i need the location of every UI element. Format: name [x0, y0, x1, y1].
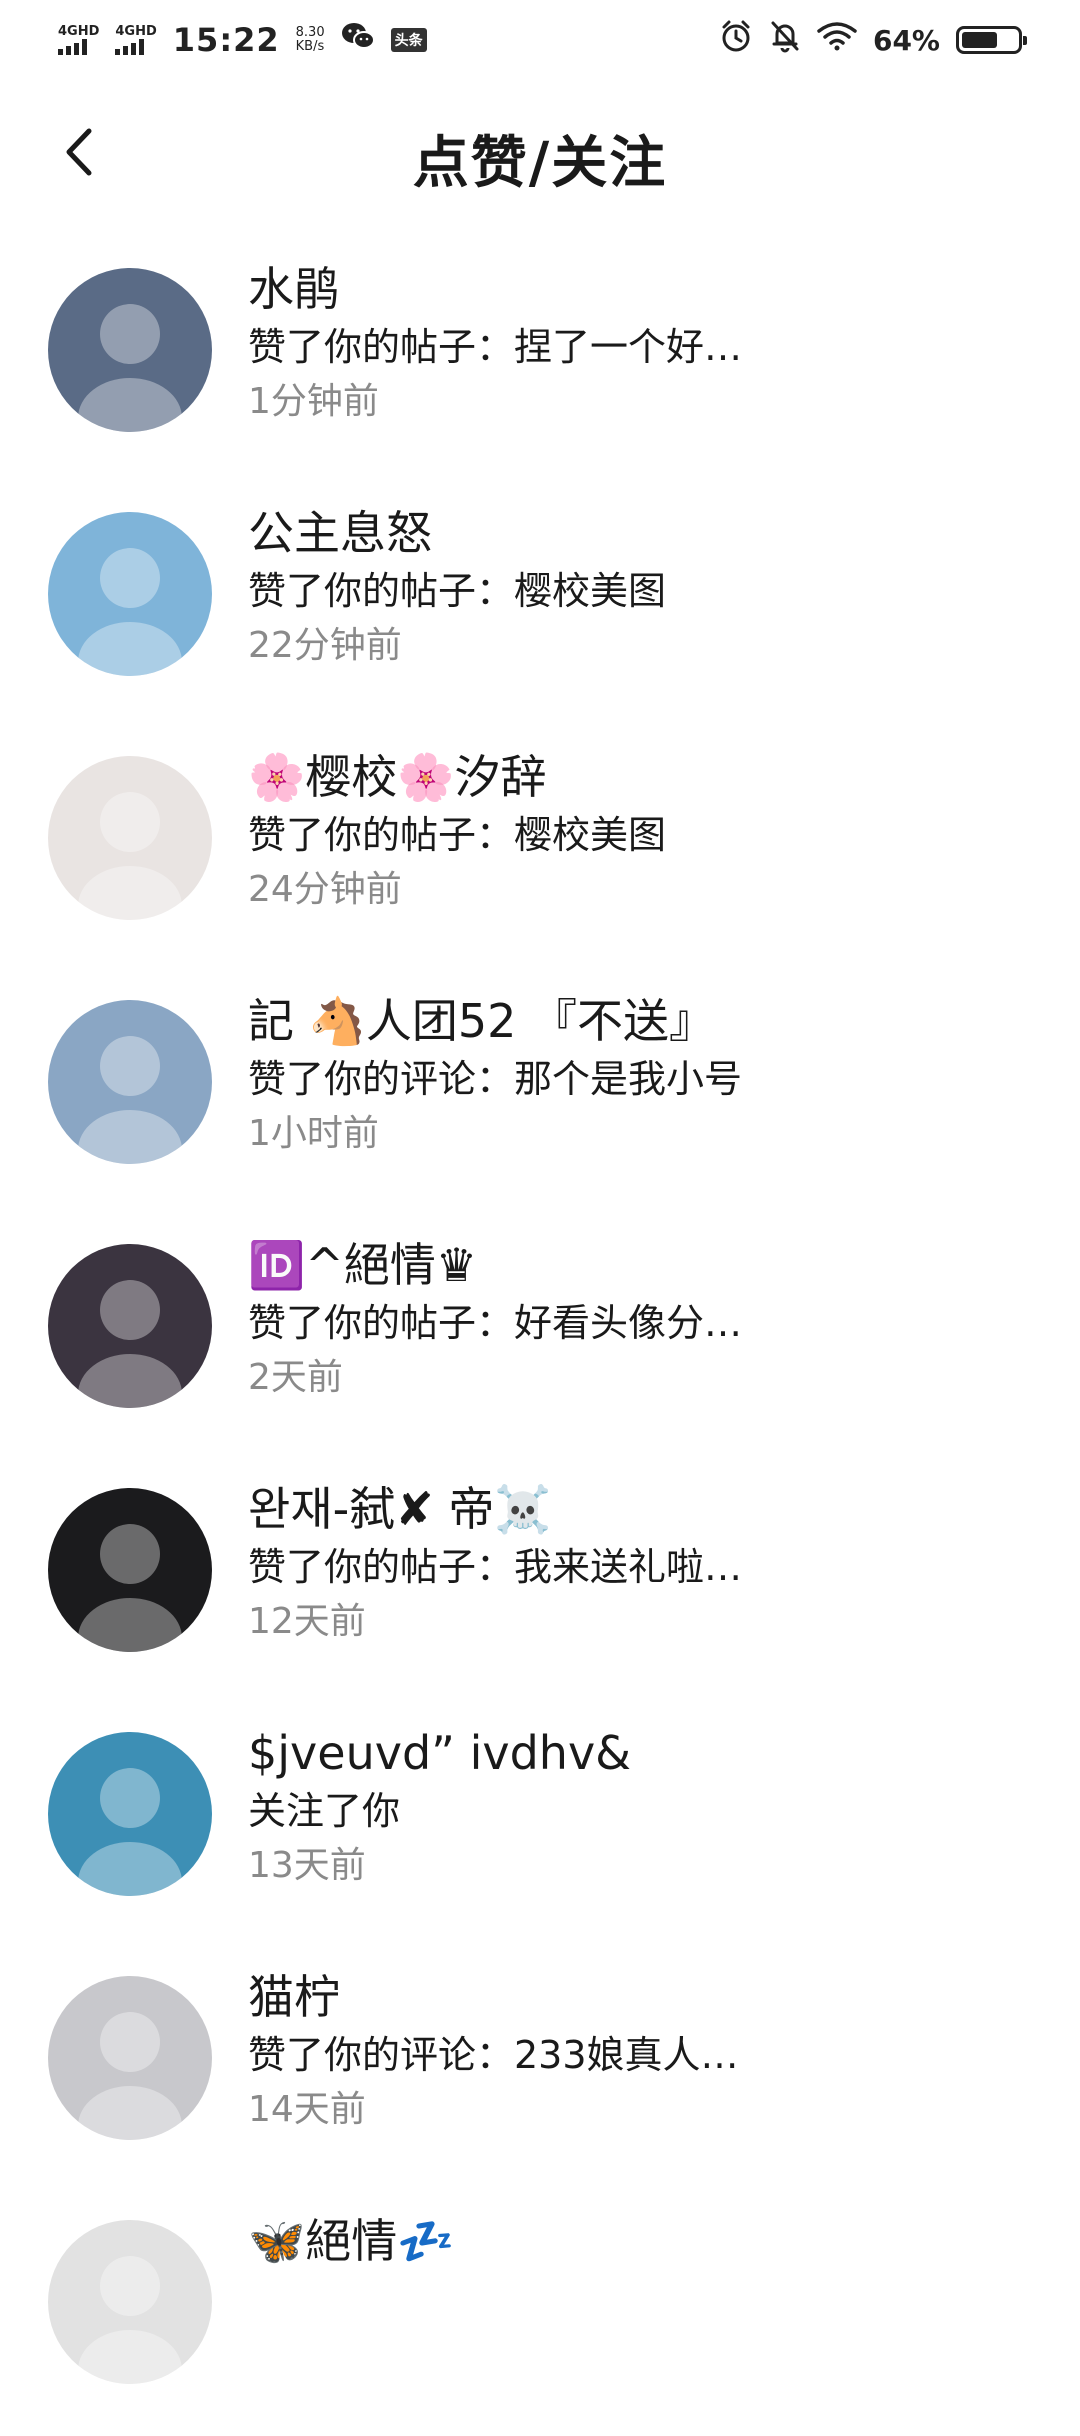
notification-item[interactable]: 公主息怒赞了你的帖子：樱校美图 22分钟前: [0, 484, 1080, 728]
user-avatar[interactable]: [48, 512, 212, 676]
notification-time: 2天前: [248, 1357, 343, 1398]
user-name[interactable]: 🆔^絕情♛: [248, 1234, 1020, 1296]
status-time: 15:22: [172, 21, 280, 59]
notification-action: 赞了你的评论：那个是我小号: [248, 1057, 743, 1101]
notification-text: $jveuvd” ivdhv& 关注了你 13天前: [248, 1722, 1020, 1894]
battery-percent: 64%: [872, 23, 940, 57]
notification-item[interactable]: 記 🐴人团52 『不送』赞了你的评论：那个是我小号 1小时前: [0, 972, 1080, 1216]
notification-time: 1分钟前: [248, 381, 379, 422]
user-name[interactable]: 완재-弑✘ 帝☠️: [248, 1478, 1020, 1540]
notification-text: 水鹃赞了你的帖子：捏了一个好… 1分钟前: [248, 258, 1020, 430]
notification-time: 24分钟前: [248, 869, 402, 910]
notification-text: 猫柠赞了你的评论：233娘真人… 14天前: [248, 1966, 1020, 2138]
notification-time: 12天前: [248, 1601, 366, 1642]
status-bar-left: 4GHD 4GHD 15:22 8.30 KB/s 头条: [58, 21, 427, 59]
notification-action: 赞了你的评论：233娘真人…: [248, 2033, 739, 2077]
notification-action: 赞了你的帖子：我来送礼啦…: [248, 1545, 743, 1589]
signal-icon: 4GHD: [115, 24, 157, 55]
notification-action: 赞了你的帖子：捏了一个好…: [248, 325, 743, 369]
notification-item[interactable]: 水鹃赞了你的帖子：捏了一个好… 1分钟前: [0, 240, 1080, 484]
wechat-icon: [341, 21, 375, 59]
network-label: 4GHD: [58, 24, 100, 39]
notification-action: 关注了你: [248, 1789, 401, 1833]
wifi-icon: [817, 21, 857, 59]
network-label: 4GHD: [115, 24, 157, 39]
user-name[interactable]: 水鹃: [248, 258, 1020, 320]
notification-item[interactable]: 🆔^絕情♛ 赞了你的帖子：好看头像分… 2天前: [0, 1216, 1080, 1460]
user-name[interactable]: 🦋絕情💤: [248, 2210, 1020, 2272]
user-name[interactable]: $jveuvd” ivdhv&: [248, 1722, 1020, 1784]
signal-icon: 4GHD: [58, 25, 99, 55]
user-avatar[interactable]: [48, 268, 212, 432]
user-name[interactable]: 公主息怒: [248, 502, 1020, 564]
user-avatar[interactable]: [48, 1732, 212, 1896]
notification-item[interactable]: 🦋絕情💤: [0, 2192, 1080, 2436]
notification-action: 赞了你的帖子：樱校美图: [248, 813, 667, 857]
notification-time: 14天前: [248, 2089, 366, 2130]
notification-time: 13天前: [248, 1845, 366, 1886]
notification-action: 赞了你的帖子：樱校美图: [248, 569, 667, 613]
user-avatar[interactable]: [48, 756, 212, 920]
user-avatar[interactable]: [48, 2220, 212, 2384]
alarm-icon: [719, 19, 753, 61]
speed-unit: KB/s: [295, 39, 325, 54]
speed-value: 8.30: [295, 25, 325, 40]
notification-text: 記 🐴人团52 『不送』赞了你的评论：那个是我小号 1小时前: [248, 990, 1020, 1162]
notification-item[interactable]: $jveuvd” ivdhv& 关注了你 13天前: [0, 1704, 1080, 1948]
notification-item[interactable]: 猫柠赞了你的评论：233娘真人… 14天前: [0, 1948, 1080, 2192]
status-bar: 4GHD 4GHD 15:22 8.30 KB/s 头条 64%: [0, 0, 1080, 80]
status-bar-right: 64%: [719, 19, 1027, 61]
user-avatar[interactable]: [48, 1976, 212, 2140]
notification-action: 赞了你的帖子：好看头像分…: [248, 1301, 743, 1345]
notification-list: 水鹃赞了你的帖子：捏了一个好… 1分钟前公主息怒赞了你的帖子：樱校美图 22分钟前 🌸…: [0, 240, 1080, 2436]
battery-icon: [956, 26, 1027, 54]
page-title: 点赞/关注: [412, 131, 668, 196]
notification-text: 완재-弑✘ 帝☠️ 赞了你的帖子：我来送礼啦… 12天前: [248, 1478, 1020, 1650]
user-name[interactable]: 🌸樱校🌸汐辞: [248, 746, 1020, 808]
mute-bell-icon: [769, 19, 801, 61]
notification-time: 22分钟前: [248, 625, 402, 666]
notification-time: 1小时前: [248, 1113, 379, 1154]
notification-text: 🌸樱校🌸汐辞赞了你的帖子：樱校美图 24分钟前: [248, 746, 1020, 918]
battery-level: [962, 32, 997, 48]
user-avatar[interactable]: [48, 1244, 212, 1408]
app-notification-chip: 头条: [390, 28, 427, 52]
notification-item[interactable]: 🌸樱校🌸汐辞赞了你的帖子：樱校美图 24分钟前: [0, 728, 1080, 972]
notification-text: 公主息怒赞了你的帖子：樱校美图 22分钟前: [248, 502, 1020, 674]
notification-item[interactable]: 완재-弑✘ 帝☠️ 赞了你的帖子：我来送礼啦… 12天前: [0, 1460, 1080, 1704]
page-header: 点赞/关注: [0, 90, 1080, 220]
user-name[interactable]: 猫柠: [248, 1966, 1020, 2028]
network-speed: 8.30 KB/s: [296, 26, 325, 54]
user-name[interactable]: 記 🐴人团52 『不送』: [248, 990, 1020, 1052]
notification-text: 🦋絕情💤: [248, 2210, 1020, 2272]
user-avatar[interactable]: [48, 1488, 212, 1652]
notification-text: 🆔^絕情♛ 赞了你的帖子：好看头像分… 2天前: [248, 1234, 1020, 1406]
user-avatar[interactable]: [48, 1000, 212, 1164]
